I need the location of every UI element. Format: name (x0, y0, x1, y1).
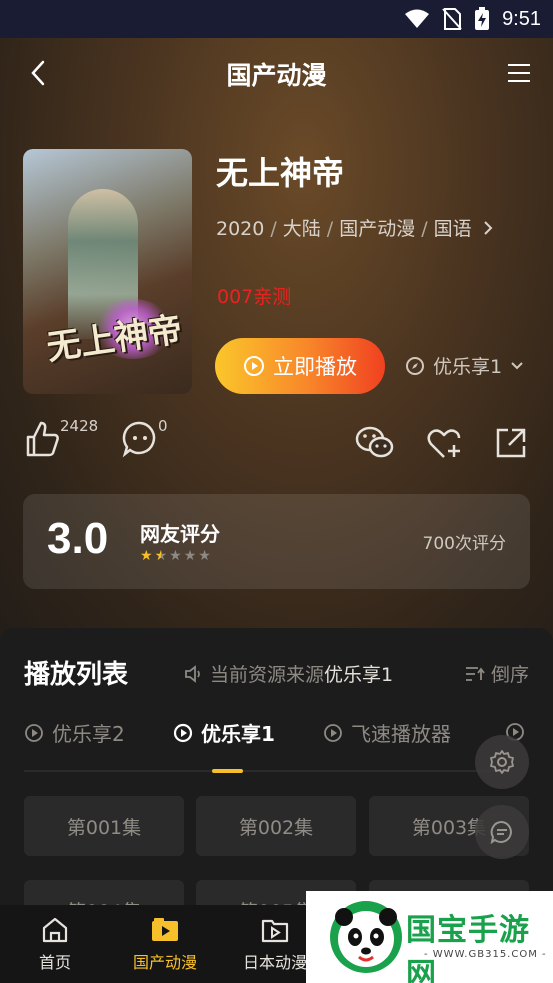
battery-charging-icon (475, 7, 490, 30)
action-row: 2428 0 (0, 417, 553, 470)
play-square-icon (152, 918, 178, 941)
wechat-icon[interactable] (355, 426, 395, 460)
speaker-icon (185, 664, 200, 683)
playlist-title: 播放列表 (24, 660, 129, 690)
star-half-icon: ★ (154, 548, 168, 564)
status-time: 9:51 (502, 7, 541, 30)
settings-float-button[interactable] (475, 735, 529, 789)
meta-region: 大陆 (282, 218, 321, 240)
source-selector-label: 优乐享1 (433, 356, 503, 378)
page-title: 国产动漫 (226, 61, 327, 90)
tab-label: 优乐享1 (201, 722, 275, 746)
show-meta[interactable]: 2020/大陆 / 国产动漫 / 国语 (216, 214, 494, 241)
favorite-add-icon[interactable] (427, 428, 463, 460)
share-icon[interactable] (494, 426, 528, 460)
rating-score: 3.0 (47, 514, 109, 563)
tab-source-3[interactable]: 飞速播放器 (323, 718, 451, 747)
show-title: 无上神帝 (216, 154, 345, 192)
video-folder-icon (261, 919, 289, 943)
current-source: 当前资源来源 优乐享1 (184, 660, 393, 687)
meta-language: 国语 (433, 218, 472, 240)
tab-label: 飞速播放器 (351, 722, 451, 746)
comment-bubble-icon (122, 421, 156, 458)
play-circle-icon (324, 723, 342, 742)
source-selector[interactable]: 优乐享1 (405, 352, 524, 379)
nav-label: 国产动漫 (132, 953, 197, 972)
comment-count: 0 (158, 417, 168, 435)
star-icon: ★ (140, 548, 153, 564)
tab-active-indicator (212, 769, 243, 773)
rating-stars: ★ ★ ★ ★ ★ (140, 548, 211, 564)
sort-icon (465, 666, 485, 681)
status-bar: 9:51 (0, 0, 553, 38)
rating-label: 网友评分 (140, 522, 220, 546)
play-circle-icon (173, 723, 193, 742)
tab-label: 优乐享2 (52, 722, 125, 746)
star-icon: ★ (198, 548, 211, 564)
meta-year: 2020 (216, 218, 265, 240)
watermark-title: 国宝手游网 (406, 913, 530, 983)
comment-action[interactable]: 0 (122, 417, 168, 462)
current-source-prefix: 当前资源来源 (210, 664, 325, 686)
menu-icon[interactable] (507, 62, 531, 84)
episode-button[interactable]: 第001集 (24, 796, 184, 856)
panda-logo-icon (330, 901, 402, 973)
no-sim-icon (442, 8, 462, 30)
chevron-right-icon (483, 221, 493, 235)
site-watermark: 国宝手游网 - WWW.GB315.COM - (306, 891, 553, 983)
star-icon: ★ (183, 548, 197, 564)
top-bar: 国产动漫 (0, 38, 553, 108)
gear-icon (490, 750, 514, 774)
message-icon (490, 820, 512, 845)
play-circle-icon (244, 356, 264, 376)
episode-button[interactable]: 第002集 (196, 796, 356, 856)
play-circle-icon (25, 723, 43, 742)
sort-toggle[interactable]: 倒序 (465, 660, 529, 687)
like-count: 2428 (60, 417, 99, 435)
nav-item-home[interactable]: 首页 (0, 915, 110, 973)
like-action[interactable]: 2428 (24, 417, 98, 462)
source-tabs: 优乐享2 优乐享1 飞速播放器 (0, 714, 553, 754)
wifi-icon (405, 9, 430, 28)
watermark-url: - WWW.GB315.COM - (424, 949, 547, 960)
tab-source-1[interactable]: 优乐享2 (24, 718, 125, 747)
nav-item-domestic-anime[interactable]: 国产动漫 (110, 915, 220, 973)
poster-calligraphy: 无上神帝 (44, 309, 185, 369)
rating-count: 700次评分 (422, 534, 506, 554)
tab-divider (24, 770, 504, 772)
chevron-down-icon (511, 361, 523, 369)
current-source-name: 优乐享1 (324, 664, 394, 686)
tab-source-2[interactable]: 优乐享1 (173, 718, 275, 747)
show-tagline: 007亲测 (217, 286, 292, 308)
meta-category: 国产动漫 (339, 218, 416, 240)
compass-icon (406, 356, 424, 375)
danmaku-float-button[interactable] (475, 805, 529, 859)
nav-label: 日本动漫 (242, 953, 307, 972)
home-icon (42, 917, 68, 943)
rating-card[interactable]: 3.0 网友评分 ★ ★ ★ ★ ★ 700次评分 (23, 494, 530, 589)
play-now-button[interactable]: 立即播放 (215, 338, 385, 394)
play-now-label: 立即播放 (273, 355, 357, 379)
sort-label: 倒序 (490, 664, 529, 686)
thumbs-up-icon (26, 421, 59, 457)
poster-image: 无上神帝 (23, 149, 192, 394)
star-icon: ★ (169, 548, 182, 564)
nav-label: 首页 (38, 953, 71, 972)
